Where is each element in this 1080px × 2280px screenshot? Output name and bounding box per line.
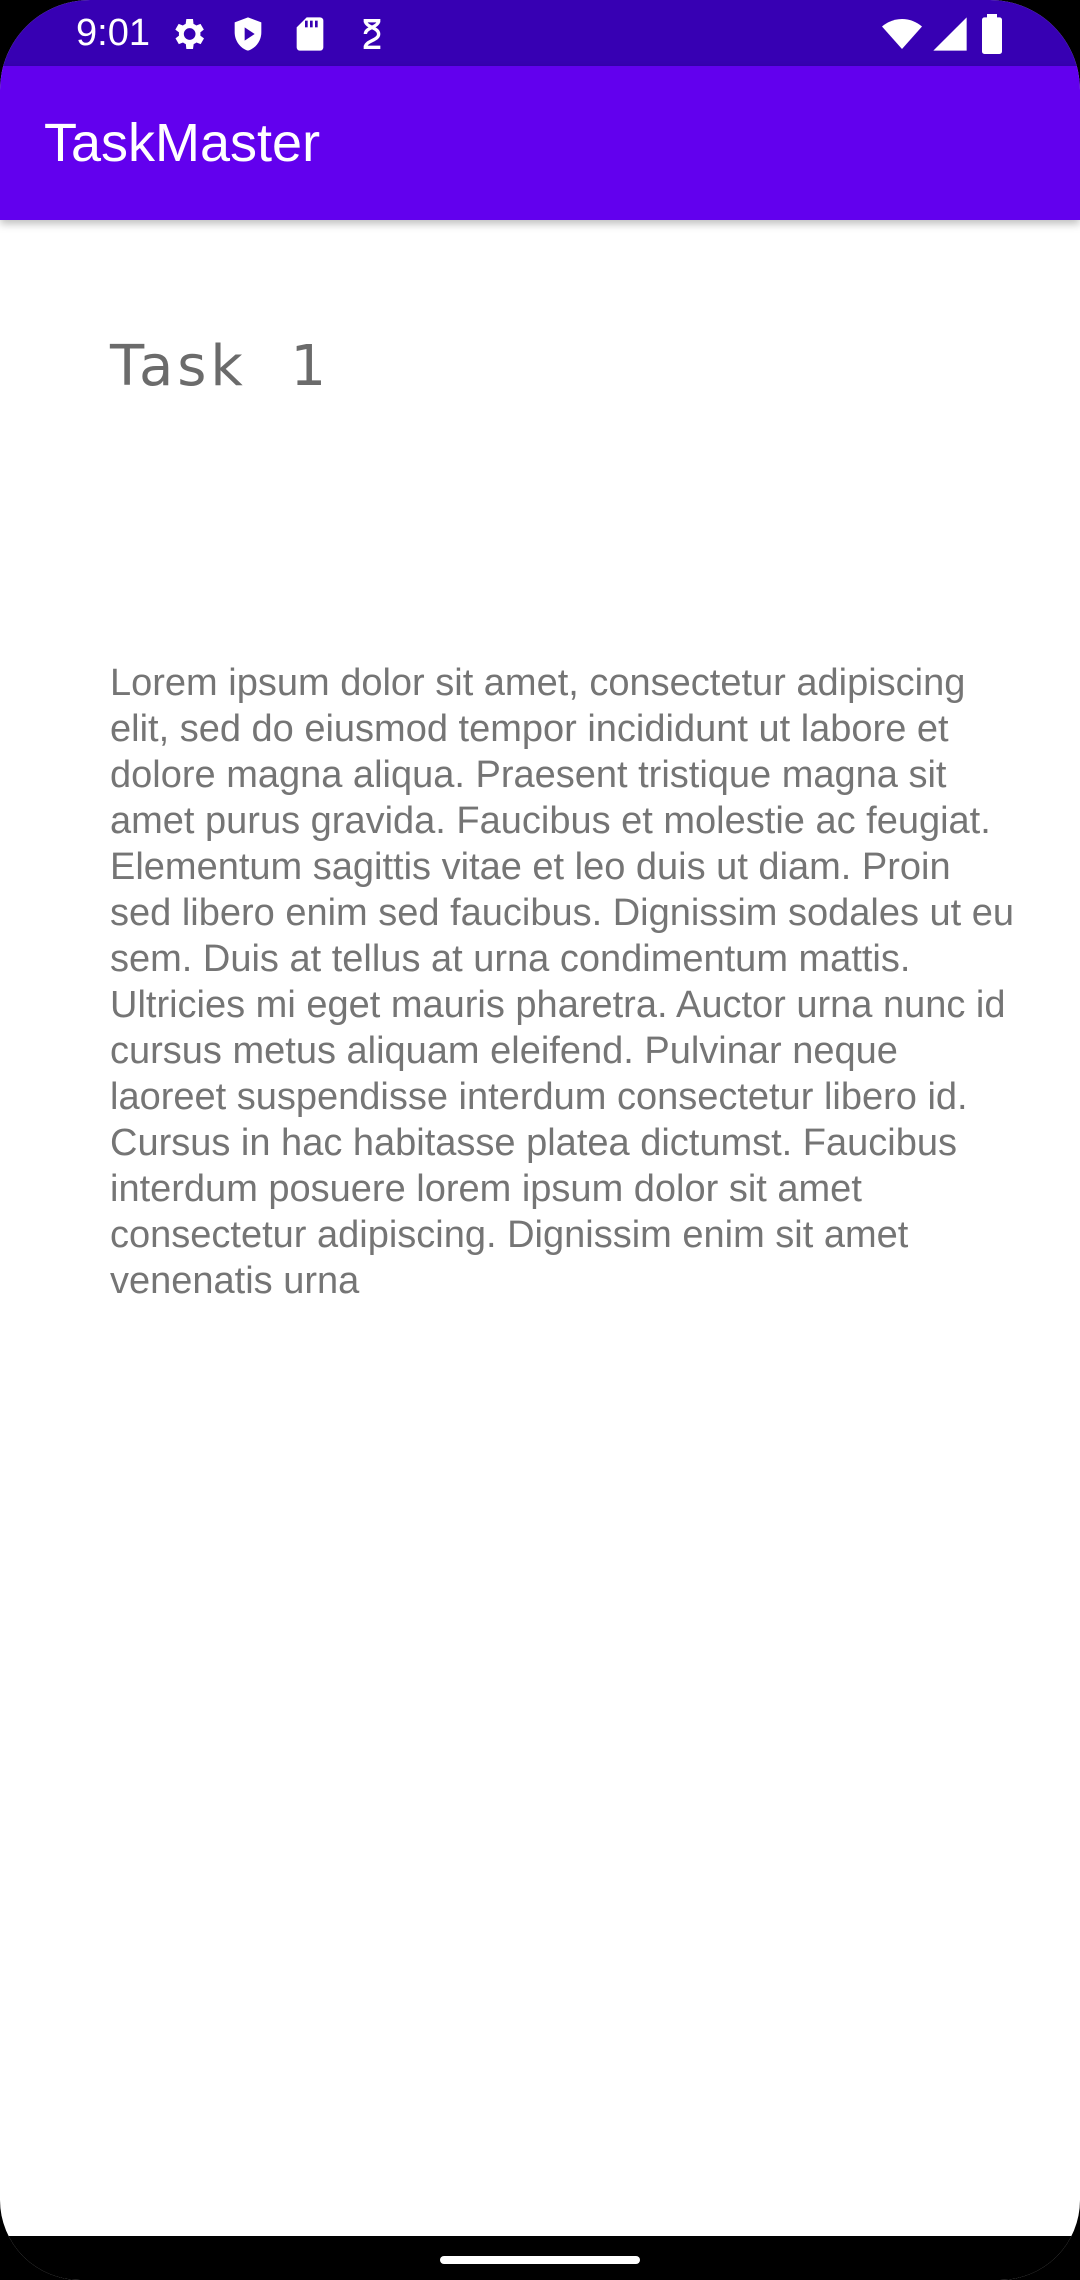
shield-play-icon — [234, 17, 262, 51]
app-bar: TaskMaster — [0, 66, 1080, 220]
task-title: Task 1 — [110, 334, 331, 399]
status-bar: 9:01 — [0, 0, 1080, 66]
task-description: Lorem ipsum dolor sit amet, consectetur … — [110, 662, 1015, 1302]
settings-gear-icon — [175, 19, 204, 49]
sd-card-icon — [296, 17, 324, 51]
home-gesture-handle[interactable] — [440, 2256, 640, 2264]
status-time: 9:01 — [76, 12, 150, 54]
battery-icon — [982, 14, 1002, 54]
signal-icon — [933, 17, 967, 51]
digital-wellbeing-icon — [363, 19, 381, 49]
app-title: TaskMaster — [44, 113, 321, 173]
phone-screen: 9:01 TaskMaster Task 1 Lorem ipsum dolor… — [0, 0, 1080, 2280]
wifi-icon — [882, 19, 922, 49]
